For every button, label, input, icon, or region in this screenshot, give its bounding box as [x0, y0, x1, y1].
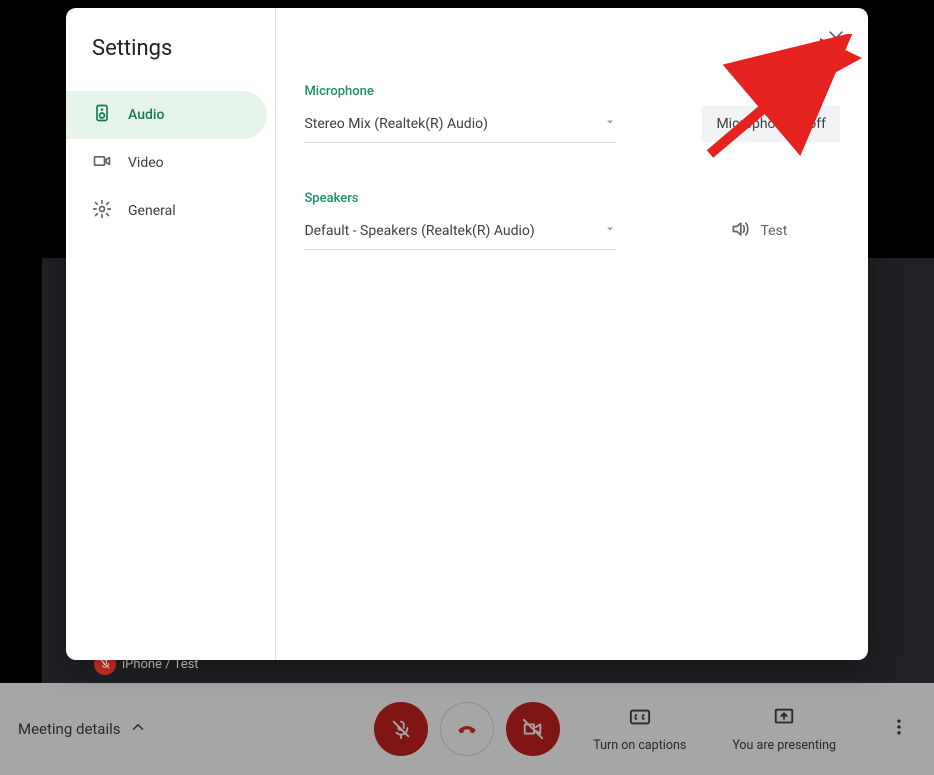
captions-button[interactable]: Turn on captions — [593, 706, 686, 753]
chevron-down-icon — [604, 223, 616, 239]
settings-title: Settings — [92, 36, 275, 61]
meeting-bottom-bar: Meeting details Turn on captions You are… — [0, 683, 934, 775]
microphone-value: Stereo Mix (Realtek(R) Audio) — [304, 116, 488, 132]
test-label: Test — [760, 223, 787, 239]
speaker-icon — [92, 103, 112, 127]
meeting-details-button[interactable]: Meeting details — [18, 718, 147, 740]
meeting-details-label: Meeting details — [18, 720, 121, 738]
sidebar-item-label: Video — [128, 155, 164, 171]
sidebar-item-video[interactable]: Video — [66, 139, 267, 187]
right-controls: Turn on captions You are presenting — [593, 706, 916, 753]
sidebar-item-label: Audio — [128, 107, 164, 123]
close-button[interactable] — [816, 20, 856, 60]
camera-off-button[interactable] — [506, 702, 560, 756]
chevron-up-icon — [129, 718, 147, 740]
captions-label: Turn on captions — [593, 738, 686, 753]
sound-icon — [730, 219, 750, 243]
close-icon — [826, 28, 846, 52]
gear-icon — [92, 199, 112, 223]
test-speakers-button[interactable]: Test — [730, 219, 787, 243]
call-controls — [374, 702, 560, 756]
sidebar-item-general[interactable]: General — [66, 187, 267, 235]
speakers-dropdown[interactable]: Default - Speakers (Realtek(R) Audio) — [304, 212, 616, 250]
microphone-status: Microphone is off — [702, 106, 840, 142]
speakers-label: Speakers — [304, 191, 840, 206]
sidebar-item-label: General — [128, 203, 176, 219]
microphone-dropdown[interactable]: Stereo Mix (Realtek(R) Audio) — [304, 105, 616, 143]
settings-modal: Settings Audio Video General Microp — [66, 8, 868, 660]
chevron-down-icon — [604, 116, 616, 132]
video-icon — [92, 151, 112, 175]
hangup-button[interactable] — [440, 702, 494, 756]
more-options-button[interactable] — [882, 712, 916, 746]
presenting-button[interactable]: You are presenting — [732, 706, 836, 753]
more-vertical-icon — [889, 717, 909, 741]
settings-sidebar: Settings Audio Video General — [66, 8, 276, 660]
captions-icon — [629, 706, 651, 732]
present-icon — [773, 706, 795, 732]
speakers-value: Default - Speakers (Realtek(R) Audio) — [304, 223, 534, 239]
microphone-label: Microphone — [304, 84, 840, 99]
sidebar-item-audio[interactable]: Audio — [66, 91, 267, 139]
mute-mic-button[interactable] — [374, 702, 428, 756]
presenting-label: You are presenting — [732, 738, 836, 753]
settings-content: Microphone Stereo Mix (Realtek(R) Audio)… — [276, 8, 868, 660]
